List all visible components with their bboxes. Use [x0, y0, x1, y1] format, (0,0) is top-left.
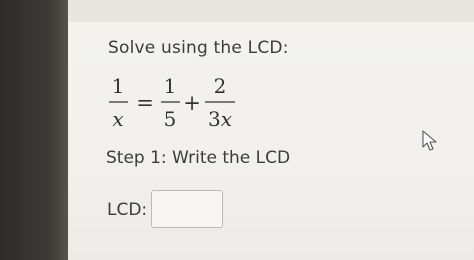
lhs-numerator: 1 [112, 74, 125, 98]
step-label: Step 1: Write the LCD [106, 148, 291, 168]
term2-numerator: 2 [214, 74, 227, 98]
equation-svg: 1 x = 1 5 + 2 3x [109, 74, 235, 131]
term2-denominator-var: x [221, 107, 232, 131]
monitor-bezel [0, 0, 68, 260]
top-strip [68, 0, 474, 23]
term1-numerator: 1 [164, 74, 177, 98]
equals-sign: = [136, 91, 154, 115]
screen: Solve using the LCD: 1 x = 1 5 + 2 3x St… [0, 0, 474, 260]
problem-instruction: Solve using the LCD: [108, 38, 289, 58]
lcd-input[interactable] [151, 190, 223, 228]
term2-denominator-coef: 3 [208, 107, 221, 131]
term1-denominator: 5 [164, 107, 177, 131]
lcd-label: LCD: [107, 200, 148, 220]
plus-sign: + [183, 91, 201, 115]
term2-denominator: 3x [208, 107, 232, 131]
lhs-denominator: x [112, 107, 123, 131]
equation: 1 x = 1 5 + 2 3x [104, 74, 254, 138]
mouse-pointer-icon [422, 130, 437, 151]
